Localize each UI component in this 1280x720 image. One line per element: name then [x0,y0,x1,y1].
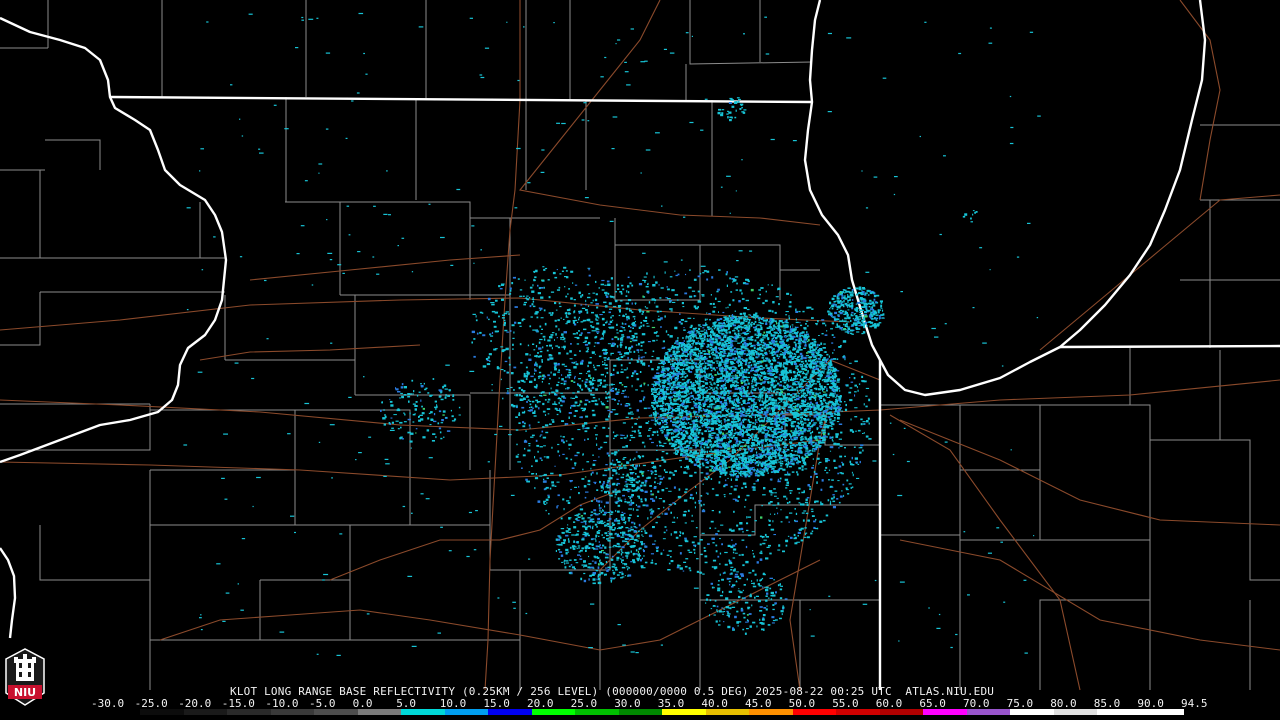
colorscale-swatch [183,709,228,715]
colorscale-swatch [966,709,1011,715]
radar-map [0,0,1280,691]
colorscale-swatch [227,709,271,715]
colorscale-swatch [1140,709,1185,715]
colorscale-swatch [270,709,315,715]
colorscale-swatch [879,709,924,715]
colorscale-swatch [488,709,532,715]
colorscale-swatch [314,709,358,715]
colorscale-swatch [357,709,402,715]
colorscale-swatch [1097,709,1141,715]
colorscale-swatch [97,709,141,715]
colorscale-swatch [1053,709,1098,715]
colorscale-swatch [662,709,706,715]
colorscale-swatch [575,709,619,715]
colorscale-swatch [444,709,489,715]
colorscale-swatch [749,709,793,715]
colorscale-swatch [705,709,750,715]
colorscale-swatch [531,709,576,715]
colorscale-swatch [923,709,967,715]
university-tower-icon: NIU [5,648,45,706]
colorscale-swatch [401,709,445,715]
colorscale-bar [97,709,1185,715]
colorscale-swatch [1010,709,1054,715]
colorscale-swatch [836,709,880,715]
colorscale-swatch [140,709,184,715]
colorscale-swatch [618,709,663,715]
logo-text: NIU [14,686,36,699]
state-borders [0,0,1280,690]
colorscale-tick: 94.5 [1181,697,1208,710]
colorscale-ticks: -30.0 -25.0 -20.0 -15.0 -10.0 -5.0 0.0 5.0 10.0 1… [91,697,1208,710]
colorscale-swatch [792,709,837,715]
radar-echoes [183,12,1041,656]
